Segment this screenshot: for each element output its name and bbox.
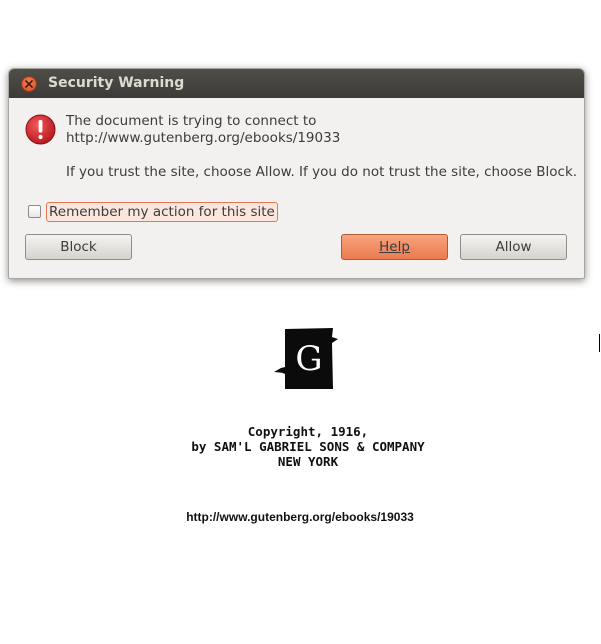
allow-button[interactable]: Allow — [460, 234, 567, 260]
warning-icon — [25, 114, 56, 145]
copyright-notice: Copyright, 1916, by SAM'L GABRIEL SONS &… — [120, 424, 496, 469]
block-button[interactable]: Block — [25, 234, 132, 260]
remember-checkbox-label[interactable]: Remember my action for this site — [46, 202, 278, 222]
close-icon — [25, 80, 33, 88]
remember-checkbox[interactable] — [28, 205, 41, 218]
dialog-title: Security Warning — [48, 75, 185, 91]
message-url: http://www.gutenberg.org/ebooks/19033 — [66, 130, 341, 146]
logo-letter: G — [295, 339, 322, 379]
help-button[interactable]: Help — [341, 234, 448, 260]
copyright-line: by SAM'L GABRIEL SONS & COMPANY — [191, 439, 425, 454]
text-cursor — [599, 334, 600, 352]
close-button[interactable] — [21, 76, 37, 92]
copyright-line: NEW YORK — [277, 454, 339, 469]
publisher-logo: G — [274, 328, 338, 389]
security-warning-dialog: Security Warning The document is trying … — [8, 68, 585, 279]
help-button-label: Help — [379, 239, 410, 255]
copyright-line: Copyright, 1916, — [247, 424, 369, 439]
dialog-titlebar[interactable]: Security Warning — [9, 69, 584, 98]
ebook-url: http://www.gutenberg.org/ebooks/19033 — [186, 510, 414, 524]
message-instructions: If you trust the site, choose Allow. If … — [66, 164, 578, 180]
message-text: The document is trying to connect to — [66, 113, 317, 129]
page: Security Warning The document is trying … — [0, 0, 601, 644]
